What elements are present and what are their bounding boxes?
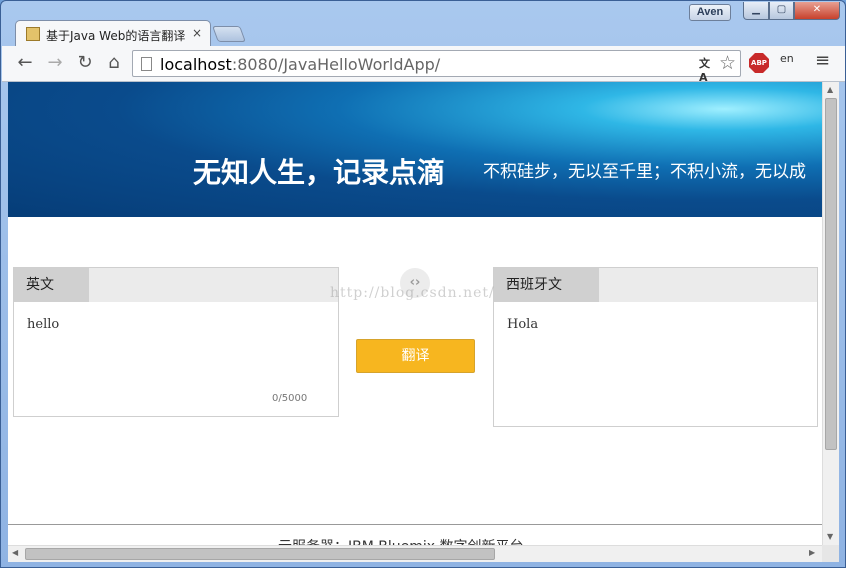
source-panel-header: 英文 (14, 268, 338, 302)
horizontal-scrollbar[interactable]: ◀ ▶ (8, 545, 822, 562)
scrollbar-corner (822, 545, 839, 562)
tab-strip: Aven ▁ ▢ ✕ 基于Java Web的语言翻译 × (1, 1, 845, 47)
close-window-button[interactable]: ✕ (794, 2, 840, 20)
tab-active[interactable]: 基于Java Web的语言翻译 × (15, 20, 211, 47)
browser-toolbar: ← → ↻ ⌂ localhost:8080/JavaHelloWorldApp… (2, 46, 845, 84)
page-icon (141, 57, 152, 71)
url-path: :8080/JavaHelloWorldApp/ (231, 55, 441, 74)
new-tab-button[interactable] (212, 26, 246, 42)
target-panel-header: 西班牙文 (494, 268, 817, 302)
minimize-button[interactable]: ▁ (743, 2, 769, 20)
address-bar[interactable]: localhost:8080/JavaHelloWorldApp/ 文A ☆ (132, 50, 741, 84)
translate-icon[interactable]: 文A (699, 55, 715, 84)
favicon-icon (26, 27, 40, 41)
forward-button[interactable]: → (44, 52, 66, 74)
url-host: localhost (160, 55, 232, 74)
dictionary-extension-icon[interactable]: en (780, 52, 794, 65)
header-banner: 无知人生，记录点滴 不积硅步，无以至千里；不积小流，无以成 (8, 82, 822, 217)
back-button[interactable]: ← (14, 52, 36, 74)
vertical-scrollbar[interactable]: ▲ ▼ (822, 82, 839, 545)
bookmark-star-icon[interactable]: ☆ (719, 52, 736, 74)
source-panel: 英文 hello 0/5000 (13, 267, 339, 417)
browser-window: Aven ▁ ▢ ✕ 基于Java Web的语言翻译 × ← → ↻ ⌂ loc… (0, 0, 846, 568)
tab-close-icon[interactable]: × (192, 26, 202, 40)
scroll-down-icon[interactable]: ▼ (827, 532, 833, 541)
char-counter: 0/5000 (272, 393, 308, 404)
target-panel: 西班牙文 Hola (493, 267, 818, 427)
source-language-tab[interactable]: 英文 (14, 268, 89, 302)
footer-text: 云服务器：IBM Bluemix 数字创新平台 (278, 536, 524, 545)
vertical-scroll-thumb[interactable] (825, 98, 837, 450)
home-button[interactable]: ⌂ (103, 52, 125, 74)
watermark: http://blog.csdn.net/ (330, 285, 495, 301)
translate-button[interactable]: 翻译 (356, 339, 475, 373)
tab-title: 基于Java Web的语言翻译 (46, 29, 186, 43)
page-viewport: 无知人生，记录点滴 不积硅步，无以至千里；不积小流，无以成 英文 hello 0… (8, 82, 822, 545)
maximize-button[interactable]: ▢ (769, 2, 794, 20)
scroll-up-icon[interactable]: ▲ (827, 85, 833, 94)
banner-title: 无知人生，记录点滴 (193, 156, 446, 189)
footer-divider (8, 524, 822, 525)
source-text-input[interactable]: hello (27, 317, 59, 332)
translation-output: Hola (507, 317, 539, 332)
target-language-tab[interactable]: 西班牙文 (494, 268, 599, 302)
reload-button[interactable]: ↻ (74, 52, 96, 74)
scroll-left-icon[interactable]: ◀ (12, 548, 18, 557)
url-text[interactable]: localhost:8080/JavaHelloWorldApp/ (160, 55, 440, 74)
scroll-right-icon[interactable]: ▶ (809, 548, 815, 557)
menu-icon[interactable]: ≡ (815, 50, 830, 71)
adblock-icon[interactable]: ABP (749, 53, 769, 73)
banner-subtitle: 不积硅步，无以至千里；不积小流，无以成 (483, 162, 806, 182)
profile-button[interactable]: Aven (689, 4, 731, 21)
horizontal-scroll-thumb[interactable] (25, 548, 495, 560)
